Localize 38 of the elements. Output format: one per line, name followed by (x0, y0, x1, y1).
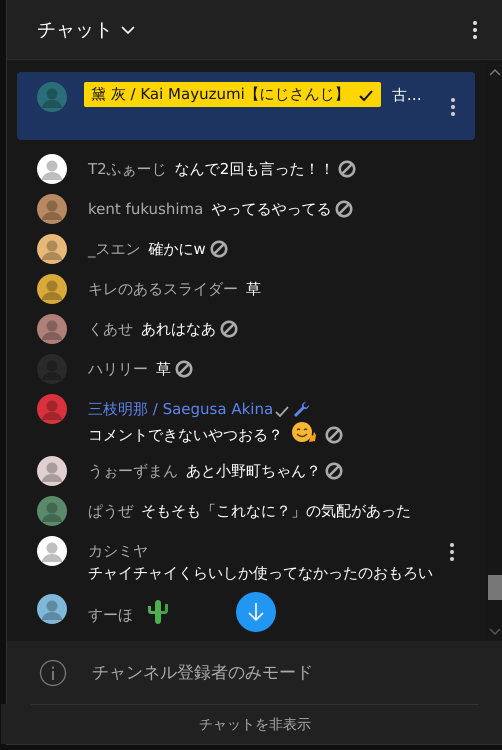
message-text: 草 (246, 279, 261, 300)
subscribers-only-mode-notice: チャンネル登録者のみモード (92, 662, 313, 684)
author-name: _スエン (88, 240, 140, 258)
author-name: ぱうぜ (88, 502, 133, 520)
scroll-up-icon[interactable] (489, 68, 501, 76)
scroll-down-icon[interactable] (489, 628, 501, 636)
author-name: T2ふぁーじ (88, 160, 167, 178)
hide-chat-button[interactable]: チャットを非表示 (193, 714, 317, 734)
more-options-icon[interactable] (451, 98, 455, 116)
author-name: カシミヤ (88, 542, 148, 560)
arrow-down-icon (246, 601, 266, 623)
more-options-icon[interactable] (450, 543, 454, 561)
chat-title-dropdown[interactable]: チャット (37, 16, 135, 42)
author-name-tag: 黛 灰 / Kai Mayuzumi【にじさんじ】 (84, 82, 381, 107)
wrench-icon (292, 400, 310, 418)
chevron-down-icon (121, 24, 135, 34)
message-text: あれはなあ (141, 319, 216, 340)
message-text: チャイチャイくらいしか使ってなかったのおもろい (88, 563, 433, 584)
scroll-to-bottom-button[interactable] (236, 592, 276, 632)
info-icon (39, 658, 67, 686)
author-name: ハリリー (88, 360, 148, 378)
author-name: キレのあるスライダー (88, 280, 238, 298)
message-text: なんで2回も言った！！ (174, 159, 334, 180)
author-name: kent fukushima (88, 200, 204, 218)
author-name: くあせ (88, 320, 133, 338)
scrollbar-thumb[interactable] (488, 575, 502, 600)
message-text: やってるやってる (211, 199, 332, 220)
message-text: 確かにw (148, 239, 206, 260)
author-name: すーほ (88, 606, 133, 624)
message-text: 草 (156, 359, 171, 380)
verified-check-icon (275, 405, 290, 418)
message-text: あと小野町ちゃん？ (186, 461, 321, 482)
message-text: 古… (392, 85, 422, 105)
more-options-icon[interactable] (473, 20, 477, 38)
message-text: そもそも「これなに？」の気配があった (141, 501, 411, 522)
author-name: うぉーずまん (88, 462, 178, 480)
message-text: コメントできないやつおる？ (88, 425, 283, 446)
author-name: 三枝明那 / Saegusa Akina (88, 400, 274, 418)
